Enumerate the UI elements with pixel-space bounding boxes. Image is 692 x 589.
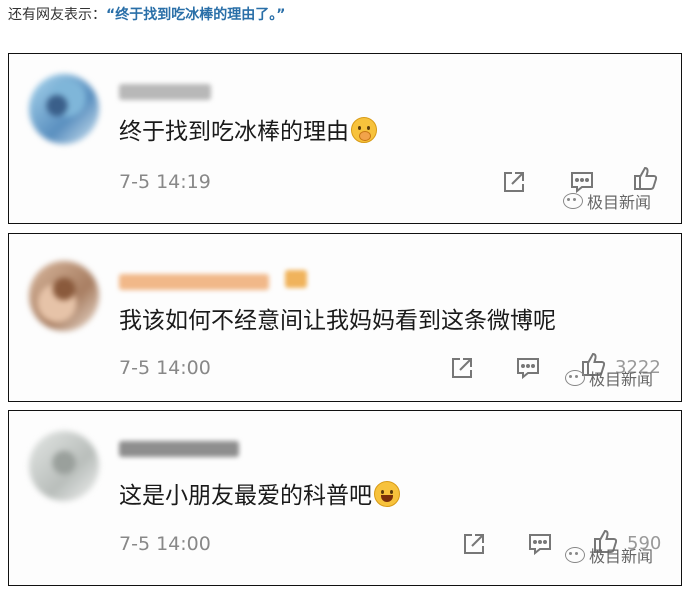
- watermark-text: 极目新闻: [589, 370, 654, 389]
- watermark-text: 极目新闻: [587, 193, 652, 212]
- comment-time: 7-5 14:19: [119, 171, 211, 193]
- comment-time: 7-5 14:00: [119, 533, 211, 555]
- wechat-icon: [565, 547, 585, 563]
- comment-text-row: 终于找到吃冰棒的理由: [119, 117, 377, 147]
- username-blurred[interactable]: [119, 84, 211, 100]
- like-icon[interactable]: [631, 164, 659, 192]
- intro-lead: 还有网友表示：: [8, 7, 106, 23]
- watermark-text: 极目新闻: [589, 547, 654, 566]
- share-icon[interactable]: [449, 355, 475, 381]
- username-blurred[interactable]: [119, 274, 269, 290]
- avatar[interactable]: [29, 261, 99, 331]
- wechat-icon: [563, 193, 583, 209]
- comment-text-row: 这是小朋友最爱的科普吧: [119, 481, 400, 511]
- comment-time: 7-5 14:00: [119, 357, 211, 379]
- user-badge-blurred: [285, 270, 307, 288]
- username-blurred[interactable]: [119, 441, 239, 457]
- comment-text: 我该如何不经意间让我妈妈看到这条微博呢: [119, 308, 556, 334]
- comment-text: 这是小朋友最爱的科普吧: [119, 483, 372, 509]
- comment-card: 终于找到吃冰棒的理由 7-5 14:19 极目新闻: [8, 53, 682, 224]
- intro-line: 还有网友表示：“终于找到吃冰棒的理由了。”: [8, 4, 285, 26]
- comment-icon[interactable]: [515, 355, 541, 381]
- share-icon[interactable]: [501, 169, 527, 195]
- wechat-icon: [565, 370, 585, 386]
- watermark: 极目新闻: [563, 189, 651, 213]
- avatar[interactable]: [29, 431, 99, 501]
- watermark: 极目新闻: [565, 366, 653, 390]
- avatar[interactable]: [29, 74, 99, 144]
- shy-face-icon: [351, 117, 377, 143]
- comment-icon[interactable]: [527, 531, 553, 557]
- comment-card: 这是小朋友最爱的科普吧 7-5 14:00 590 极目新闻: [8, 410, 682, 586]
- comment-card: 我该如何不经意间让我妈妈看到这条微博呢 7-5 14:00 3222 极目新闻: [8, 233, 682, 402]
- watermark: 极目新闻: [565, 543, 653, 567]
- intro-quote: “终于找到吃冰棒的理由了。”: [106, 7, 286, 23]
- comment-text: 终于找到吃冰棒的理由: [119, 119, 349, 145]
- share-icon[interactable]: [461, 531, 487, 557]
- laughing-face-icon: [374, 481, 400, 507]
